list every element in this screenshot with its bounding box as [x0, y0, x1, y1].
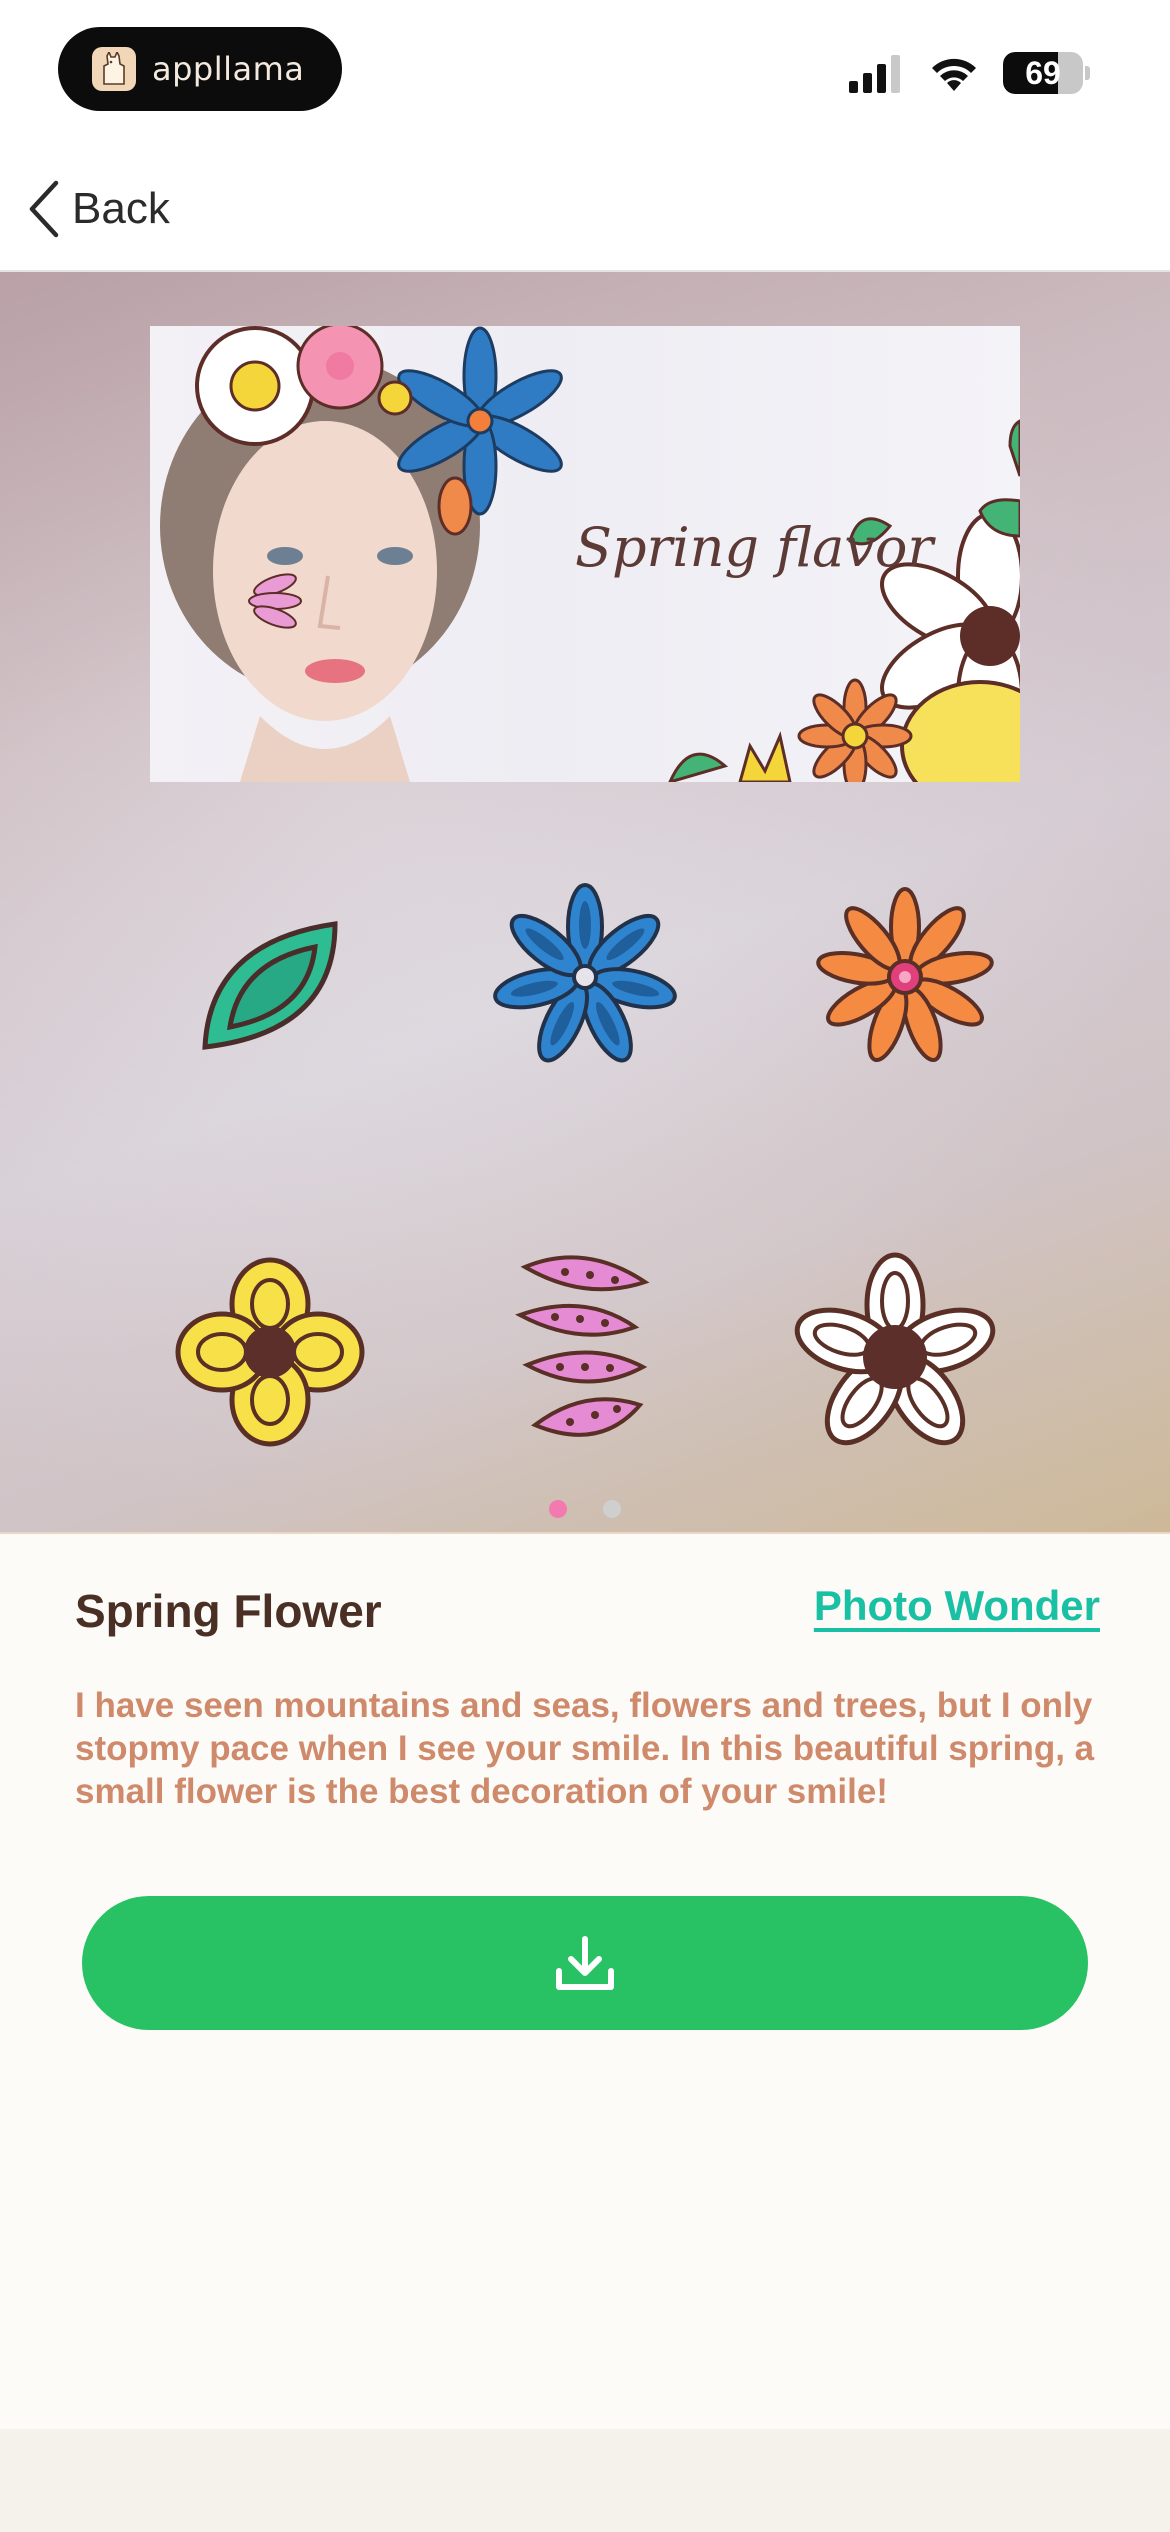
pink-leaves-sticker[interactable] — [515, 1247, 655, 1457]
download-button[interactable] — [82, 1896, 1088, 2030]
sticker-pack-title: Spring Flower — [75, 1585, 382, 1637]
leaf-sticker[interactable] — [190, 902, 350, 1062]
sticker-pack-description: I have seen mountains and seas, flowers … — [75, 1686, 1095, 1811]
bottom-safe-area — [0, 2429, 1170, 2532]
yellow-flower-sticker[interactable] — [170, 1252, 370, 1452]
blue-flower-sticker[interactable] — [485, 877, 685, 1077]
banner-title: Spring flavor — [575, 516, 934, 579]
sticker-preview-carousel[interactable]: Spring flavor — [0, 272, 1170, 1532]
status-icons: 69 — [847, 52, 1090, 94]
battery-tip — [1085, 66, 1090, 80]
sticker-detail-panel: Spring Flower Photo Wonder I have seen m… — [0, 1532, 1170, 2429]
page-dot-2[interactable] — [603, 1500, 621, 1518]
battery-icon: 69 — [1003, 52, 1083, 94]
page-indicator — [0, 1500, 1170, 1518]
app-name: appllama — [152, 50, 305, 88]
navigation-bar: Back — [0, 150, 1170, 272]
chevron-left-icon — [29, 180, 59, 238]
app-indicator-pill[interactable]: appllama — [58, 27, 342, 111]
llama-logo-icon — [92, 47, 136, 91]
download-icon — [556, 1936, 614, 1990]
wifi-icon — [932, 58, 976, 91]
cellular-signal-icon — [849, 55, 900, 93]
banner-preview-image: Spring flavor — [150, 326, 1020, 782]
orange-flower-sticker[interactable] — [805, 882, 1005, 1072]
back-button[interactable]: Back — [26, 164, 170, 254]
white-flower-sticker[interactable] — [790, 1252, 1000, 1462]
battery-percent: 69 — [1025, 54, 1061, 91]
status-bar: appllama 69 — [0, 0, 1170, 150]
back-label: Back — [72, 184, 170, 233]
author-link[interactable]: Photo Wonder — [814, 1582, 1100, 1630]
page-dot-1[interactable] — [549, 1500, 567, 1518]
